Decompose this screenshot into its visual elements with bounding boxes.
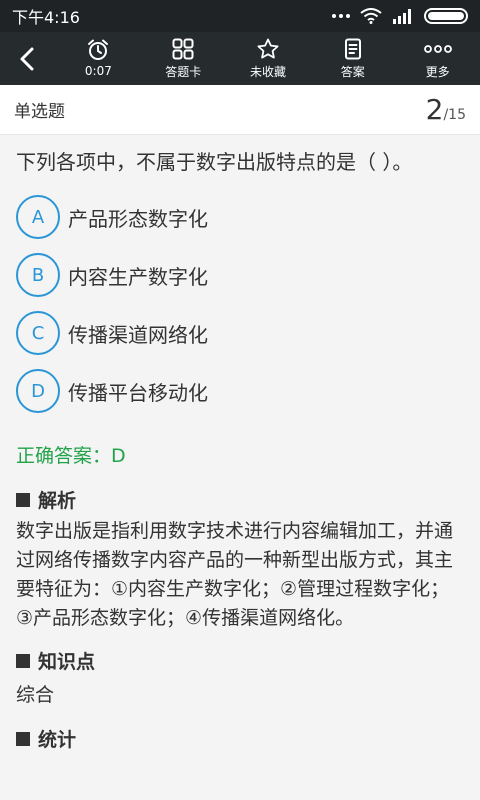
battery-icon <box>424 8 468 24</box>
option-text: 内容生产数字化 <box>68 264 208 289</box>
alarm-clock-icon <box>88 39 109 60</box>
total-questions: /15 <box>443 107 466 123</box>
square-bullet-icon <box>16 731 30 746</box>
option-d[interactable]: D 传播平台移动化 <box>16 363 464 419</box>
option-a[interactable]: A 产品形态数字化 <box>16 189 464 245</box>
document-icon <box>344 38 361 59</box>
option-text: 产品形态数字化 <box>68 206 208 231</box>
timer-button[interactable]: 0:07 <box>56 32 141 85</box>
question-header: 单选题 2/15 <box>0 85 480 135</box>
more-dots-icon <box>423 44 452 53</box>
option-key: B <box>16 253 60 297</box>
option-c[interactable]: C 传播渠道网络化 <box>16 305 464 361</box>
favorite-button[interactable]: 未收藏 <box>226 32 311 85</box>
current-question-number: 2 <box>425 93 444 126</box>
star-icon <box>257 38 279 58</box>
status-bar: 下午4:16 <box>0 0 480 32</box>
back-button[interactable] <box>0 32 56 85</box>
grid-icon <box>172 38 194 59</box>
answer-card-label: 答题卡 <box>165 64 202 79</box>
question-text: 下列各项中，不属于数字出版特点的是（ ）。 <box>16 150 413 174</box>
answer-button[interactable]: 答案 <box>310 32 395 85</box>
back-arrow-icon <box>20 47 34 70</box>
status-time: 下午4:16 <box>12 8 80 27</box>
square-bullet-icon <box>16 653 30 668</box>
stats-title: 统计 <box>38 729 77 751</box>
more-button[interactable]: 更多 <box>395 32 480 85</box>
signal-icon <box>393 9 411 24</box>
option-key: A <box>16 195 60 239</box>
question-content: 下列各项中，不属于数字出版特点的是（ ）。 A 产品形态数字化 B 内容生产数字… <box>0 135 480 752</box>
knowledge-title: 知识点 <box>38 651 96 673</box>
analysis-title: 解析 <box>38 490 77 512</box>
option-b[interactable]: B 内容生产数字化 <box>16 247 464 303</box>
option-key: D <box>16 369 60 413</box>
option-text: 传播平台移动化 <box>68 380 208 405</box>
stats-heading: 统计 <box>16 725 464 752</box>
more-label: 更多 <box>425 64 450 79</box>
answer-card-button[interactable]: 答题卡 <box>141 32 226 85</box>
question-counter: 2/15 <box>426 93 466 126</box>
favorite-label: 未收藏 <box>249 64 286 79</box>
status-icons <box>332 8 468 24</box>
correct-answer: 正确答案：D <box>16 445 126 467</box>
timer-label: 0:07 <box>84 64 112 78</box>
wifi-icon <box>360 8 382 24</box>
more-status-icon <box>332 14 350 18</box>
knowledge-heading: 知识点 <box>16 647 464 674</box>
analysis-heading: 解析 <box>16 486 464 513</box>
top-toolbar: 0:07 答题卡 未收藏 答案 更多 <box>0 32 480 85</box>
answer-label: 答案 <box>340 64 365 79</box>
question-type: 单选题 <box>14 102 65 122</box>
option-text: 传播渠道网络化 <box>68 322 208 347</box>
option-key: C <box>16 311 60 355</box>
analysis-text: 数字出版是指利用数字技术进行内容编辑加工，并通过网络传播数字内容产品的一种新型出… <box>16 520 454 629</box>
knowledge-text: 综合 <box>16 684 55 706</box>
square-bullet-icon <box>16 492 30 507</box>
